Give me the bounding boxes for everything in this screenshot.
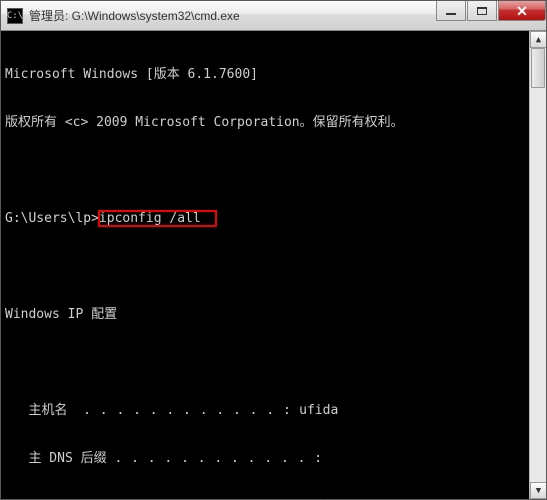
hostname-value: ufida [299,403,338,418]
close-button[interactable]: ✕ [498,1,546,21]
window-controls: ✕ [435,1,546,30]
hostname-label: 主机名 [5,403,83,418]
scroll-up-button[interactable]: ▲ [530,31,546,48]
cmd-window: C:\ 管理员: G:\Windows\system32\cmd.exe ✕ M… [0,0,547,500]
config-title: Windows IP 配置 [5,307,117,322]
window-title: 管理员: G:\Windows\system32\cmd.exe [29,7,435,24]
prompt-path: G:\Users\lp> [5,211,99,226]
console-content: Microsoft Windows [版本 6.1.7600] 版权所有 <c>… [5,35,529,499]
dns-suffix-label: 主 DNS 后缀 [5,451,114,466]
scroll-thumb[interactable] [531,48,545,88]
cmd-icon: C:\ [7,8,23,24]
scroll-down-button[interactable]: ▼ [530,482,546,499]
minimize-button[interactable] [436,1,466,21]
maximize-button[interactable] [467,1,497,21]
typed-command: ipconfig /all [99,211,201,226]
titlebar[interactable]: C:\ 管理员: G:\Windows\system32\cmd.exe ✕ [1,1,546,31]
vertical-scrollbar[interactable]: ▲ ▼ [529,31,546,499]
header-line1: Microsoft Windows [版本 6.1.7600] [5,67,258,82]
console-area[interactable]: Microsoft Windows [版本 6.1.7600] 版权所有 <c>… [1,31,546,499]
command-highlight: ipconfig /all [99,211,216,226]
header-line2: 版权所有 <c> 2009 Microsoft Corporation。保留所有… [5,115,404,130]
